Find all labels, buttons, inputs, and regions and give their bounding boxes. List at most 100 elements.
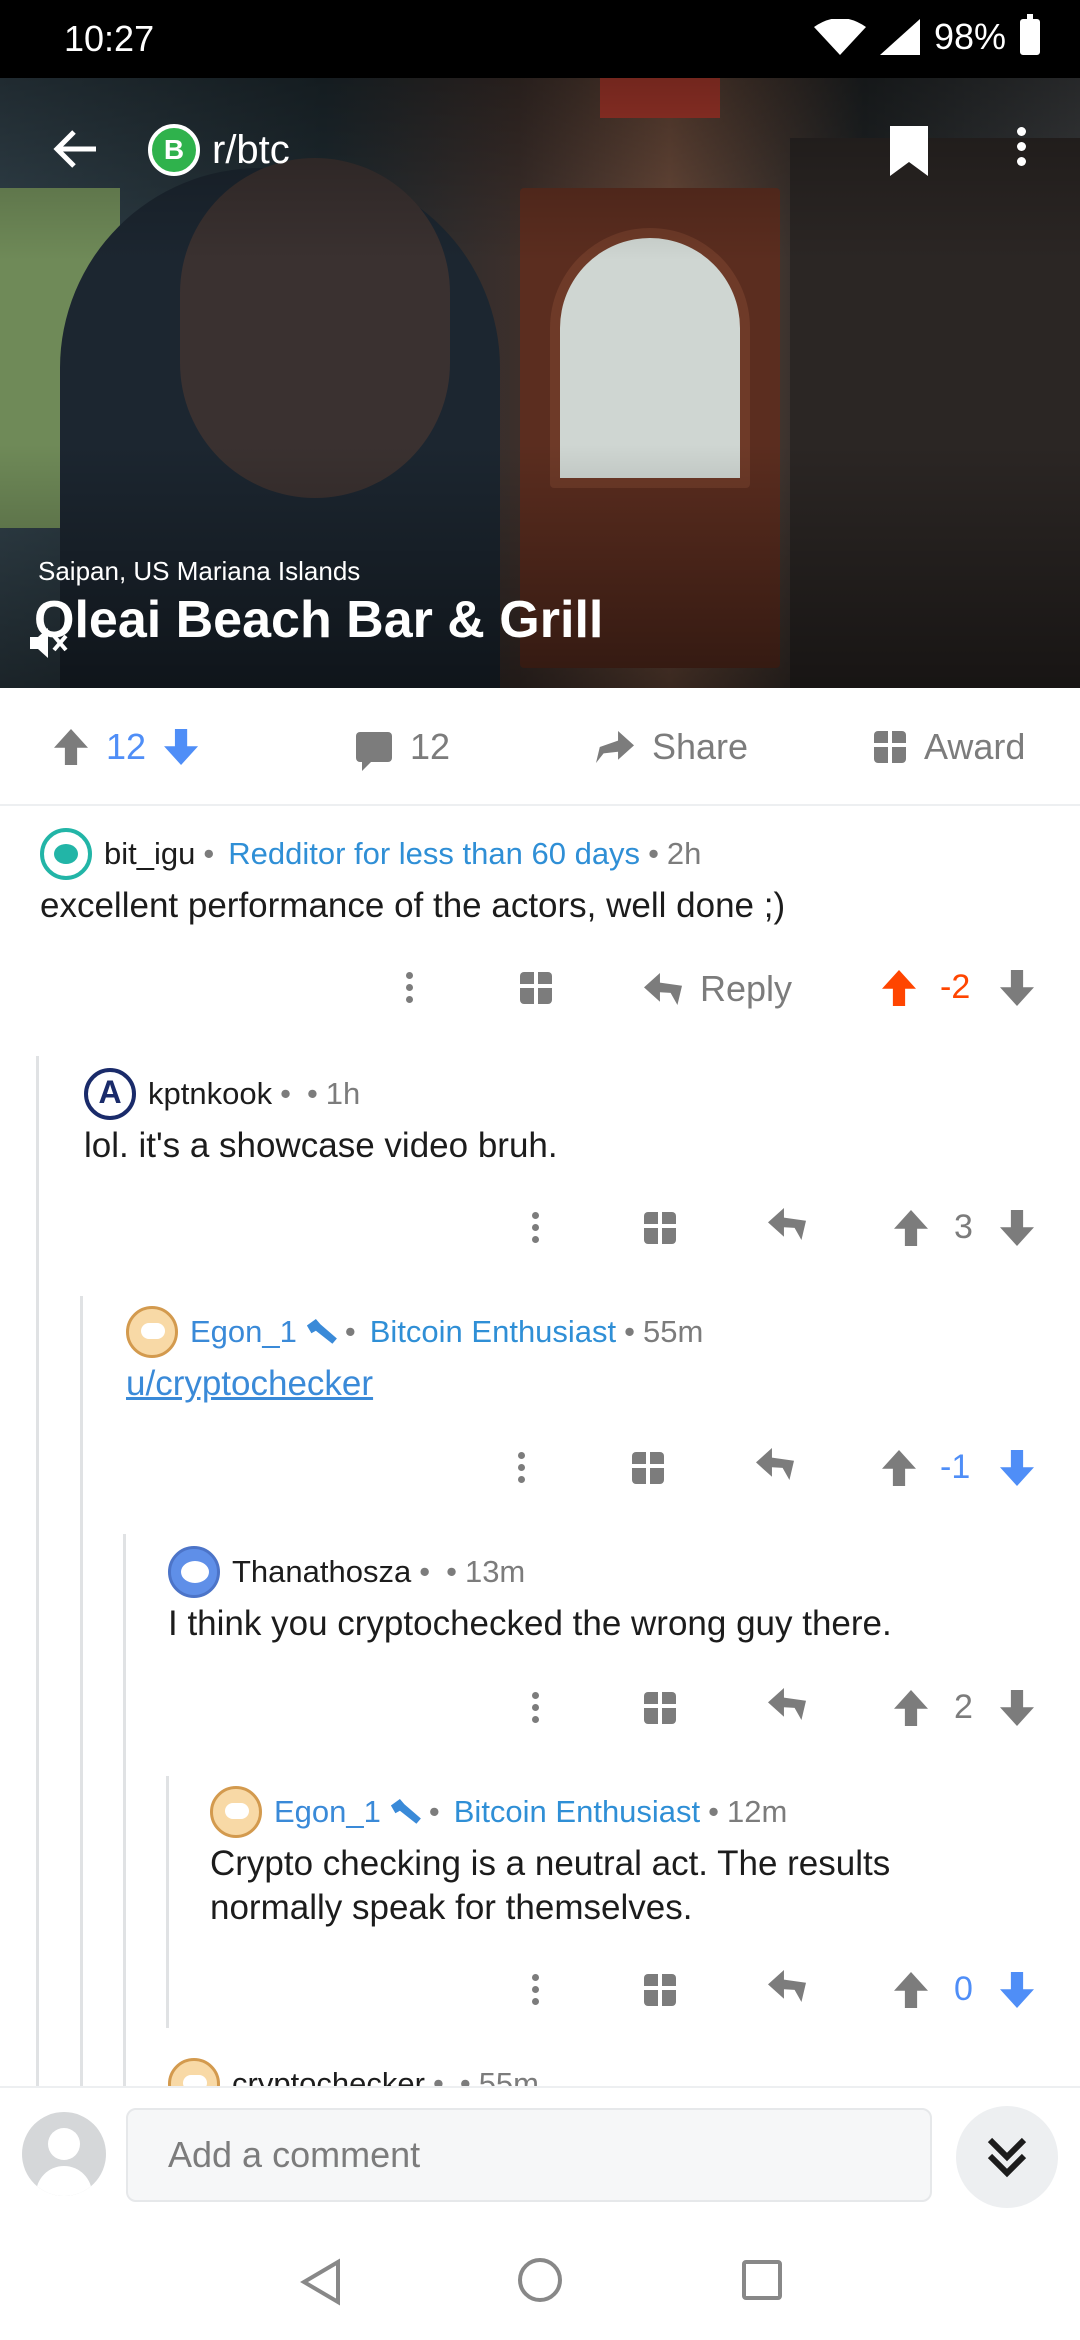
subreddit-name[interactable]: r/btc [212, 128, 290, 173]
upvote-icon[interactable] [882, 970, 916, 1006]
upvote-icon[interactable] [894, 1210, 928, 1246]
avatar[interactable] [210, 1786, 262, 1838]
comment: Thanathosza • • 13m I think you cryptoch… [168, 1546, 1048, 1646]
more-options-icon[interactable] [532, 1974, 542, 2010]
mute-icon[interactable] [28, 623, 68, 663]
status-bar: 10:27 98% [0, 0, 1080, 78]
award-button[interactable]: Award [874, 688, 1025, 806]
reply-icon [644, 973, 682, 1005]
upvote-icon[interactable] [882, 1450, 916, 1486]
wrench-icon [390, 1799, 421, 1824]
share-label: Share [652, 726, 749, 767]
downvote-icon[interactable] [1000, 1450, 1034, 1486]
comment-author[interactable]: Egon_1 [190, 1314, 297, 1350]
video-player[interactable]: B r/btc Saipan, US Mariana Islands Oleai… [0, 78, 1080, 688]
user-avatar[interactable] [22, 2112, 106, 2196]
comment: cryptochecker • • 55m [168, 2058, 1048, 2086]
comment-score: -1 [940, 1448, 971, 1486]
comment-thread: bit_igu • Redditor for less than 60 days… [0, 806, 1080, 2086]
comment-author[interactable]: cryptochecker [232, 2066, 425, 2086]
upvote-icon[interactable] [54, 729, 88, 765]
downvote-icon[interactable] [1000, 1690, 1034, 1726]
comment-icon [356, 732, 392, 771]
reply-label: Reply [700, 968, 793, 1009]
comment-actions: Reply -2 [0, 958, 1080, 1018]
comment-body: excellent performance of the actors, wel… [40, 886, 786, 925]
avatar[interactable] [84, 1068, 136, 1120]
comment-body: Crypto checking is a neutral act. The re… [210, 1844, 891, 1927]
comment-author[interactable]: Egon_1 [274, 1794, 381, 1830]
comment-body: lol. it's a showcase video bruh. [84, 1126, 558, 1165]
avatar[interactable] [168, 1546, 220, 1598]
comment: Egon_1 • Bitcoin Enthusiast • 12m Crypto… [210, 1786, 1050, 1930]
battery-percent: 98% [933, 16, 1006, 57]
comment-age: 1h [325, 1076, 361, 1111]
more-options-icon[interactable] [406, 972, 416, 1008]
signal-icon [879, 19, 920, 55]
comment-actions: 3 [0, 1198, 1080, 1258]
comment: bit_igu • Redditor for less than 60 days… [40, 828, 1040, 928]
reply-icon [768, 1970, 806, 2002]
back-arrow-icon[interactable] [50, 124, 100, 174]
user-flair: Redditor for less than 60 days [228, 836, 641, 871]
comment-age: 13m [464, 1554, 526, 1589]
share-button[interactable]: Share [596, 688, 748, 806]
add-comment-input[interactable]: Add a comment [126, 2108, 932, 2202]
downvote-icon[interactable] [1000, 970, 1034, 1006]
downvote-icon[interactable] [164, 729, 199, 765]
chevron-double-down-icon[interactable] [956, 2106, 1058, 2208]
award-label: Award [924, 726, 1026, 767]
reply-button[interactable] [768, 1970, 806, 2002]
post-score: 12 [106, 726, 147, 767]
avatar[interactable] [168, 2058, 220, 2086]
reply-icon [768, 1688, 806, 1720]
comment-score: 3 [954, 1208, 973, 1246]
comment-age: 55m [643, 1314, 704, 1349]
username-link[interactable]: u/cryptochecker [126, 1362, 1046, 1406]
comments-button[interactable]: 12 [356, 688, 450, 806]
gift-icon[interactable] [520, 972, 552, 1004]
gift-icon[interactable] [644, 1974, 676, 2006]
downvote-icon[interactable] [1000, 1210, 1034, 1246]
avatar[interactable] [126, 1306, 178, 1358]
reply-button[interactable] [768, 1208, 806, 1240]
comment-author[interactable]: kptnkook [148, 1076, 272, 1112]
comment-body: I think you cryptochecked the wrong guy … [168, 1604, 892, 1643]
more-options-icon[interactable] [532, 1692, 542, 1728]
more-options-icon[interactable] [1014, 122, 1028, 182]
wifi-icon [813, 19, 866, 55]
comment-composer: Add a comment [0, 2086, 1080, 2220]
comment-age: 55m [478, 2066, 539, 2086]
comment-author[interactable]: bit_igu [104, 836, 195, 872]
more-options-icon[interactable] [518, 1452, 528, 1488]
gift-icon [874, 731, 906, 763]
upvote-icon[interactable] [894, 1972, 928, 2008]
more-options-icon[interactable] [532, 1212, 542, 1248]
user-flair: Bitcoin Enthusiast [453, 1794, 701, 1829]
gift-icon[interactable] [644, 1692, 676, 1724]
video-title: Oleai Beach Bar & Grill [34, 591, 604, 649]
reply-button[interactable]: Reply [644, 968, 792, 1010]
avatar[interactable] [40, 828, 92, 880]
gift-icon[interactable] [632, 1452, 664, 1484]
nav-home-icon[interactable] [518, 2258, 562, 2302]
system-nav-bar [0, 2220, 1080, 2340]
battery-icon [1020, 14, 1040, 55]
comment-age: 12m [727, 1794, 788, 1829]
downvote-icon[interactable] [1000, 1972, 1034, 2008]
share-icon [596, 731, 634, 763]
upvote-icon[interactable] [894, 1690, 928, 1726]
reply-icon [768, 1208, 806, 1240]
wrench-icon [306, 1319, 337, 1344]
comment-actions: 0 [0, 1960, 1080, 2020]
comment-actions: -1 [0, 1438, 1080, 1498]
comment-age: 2h [666, 836, 702, 871]
gift-icon[interactable] [644, 1212, 676, 1244]
reply-button[interactable] [756, 1448, 794, 1480]
comment-author[interactable]: Thanathosza [232, 1554, 411, 1590]
nav-recents-icon[interactable] [742, 2260, 782, 2300]
subreddit-icon[interactable]: B [148, 124, 200, 176]
nav-back-icon[interactable] [298, 2258, 344, 2306]
comment: Egon_1 • Bitcoin Enthusiast • 55m u/cryp… [126, 1306, 1046, 1406]
reply-button[interactable] [768, 1688, 806, 1720]
